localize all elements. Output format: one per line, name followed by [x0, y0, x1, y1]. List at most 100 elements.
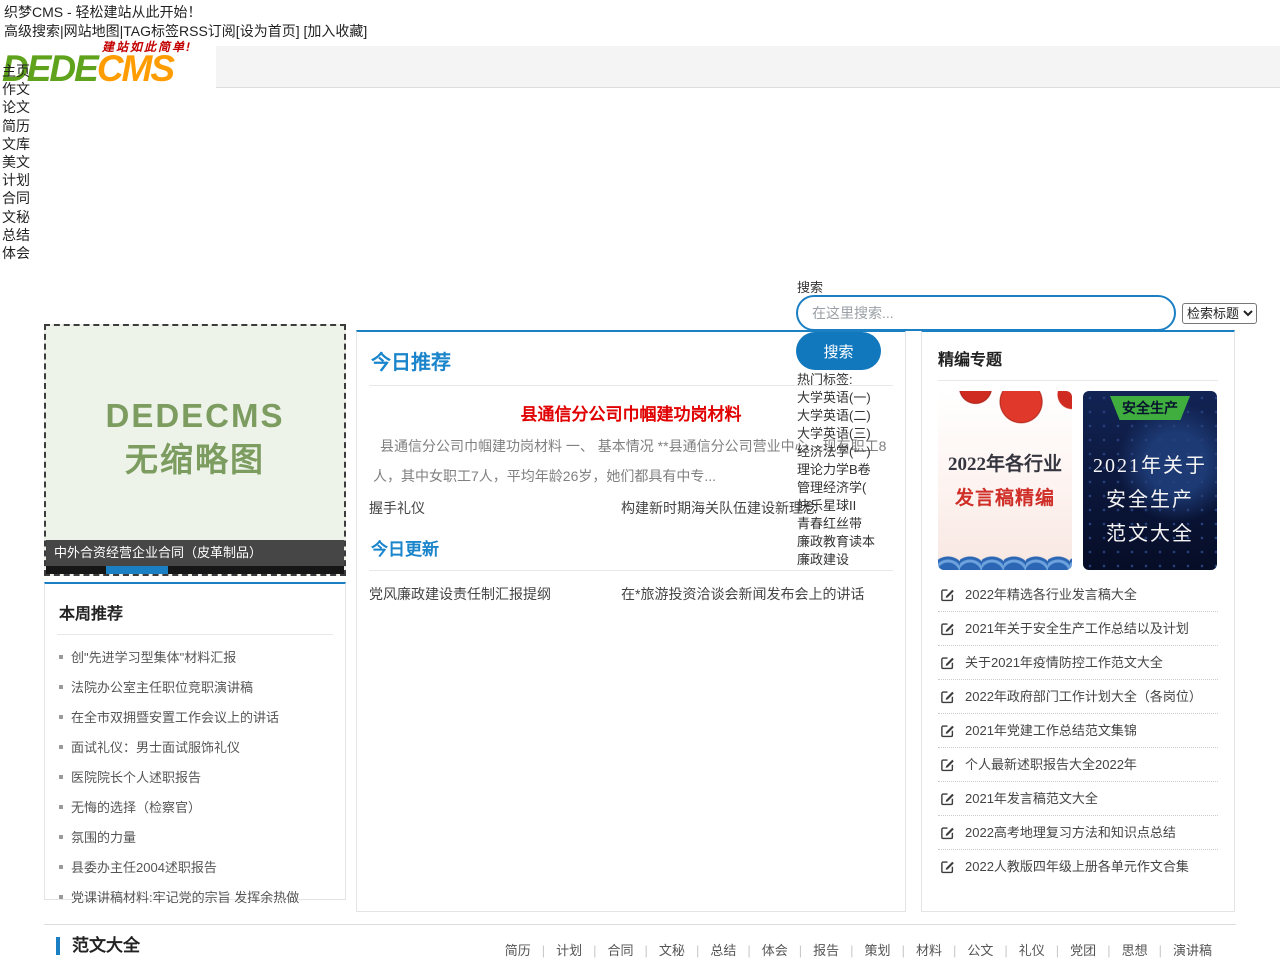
main-nav: 主页作文论文简历文库美文计划合同文秘总结体会 [2, 62, 30, 262]
topic-item[interactable]: 2022人教版四年级上册各单元作文合集 [938, 850, 1218, 883]
nav-item[interactable]: 体会 [2, 244, 30, 262]
category-link[interactable]: 合同 [608, 940, 659, 959]
bullet-icon [59, 835, 63, 839]
category-link[interactable]: 总结 [710, 940, 761, 959]
article-link[interactable]: 党风廉政建设责任制汇报提纲 [369, 579, 621, 609]
site-logo[interactable]: 建站如此简单! DEDECMS [0, 42, 216, 90]
category-link[interactable]: 简历 [505, 940, 556, 959]
topic-cards: 2022年各行业 发言稿精编 安全生产 2021年关于 安全生产 范文大全 [938, 391, 1218, 570]
today-update-links-right: 在*旅游投资洽谈会新闻发布会上的讲话老人节贺词对××厂职工培训工作的思考建设系统… [621, 579, 893, 609]
week-recommend-item[interactable]: 法院办公室主任职位竞职演讲稿 [57, 673, 333, 703]
card-badge: 安全生产 [1110, 396, 1190, 420]
slider-pagination[interactable] [46, 566, 344, 574]
hot-tag-link[interactable]: 廉政教育读本 [797, 533, 875, 551]
slider-caption[interactable]: 中外合资经营企业合同（皮革制品） [46, 540, 344, 566]
search-label: 搜索 [797, 277, 823, 296]
search-input[interactable] [796, 295, 1176, 331]
nav-item[interactable]: 文秘 [2, 208, 30, 226]
week-recommend-item[interactable]: 在全市双拥暨安置工作会议上的讲话 [57, 703, 333, 733]
page: 织梦CMS - 轻松建站从此开始！ 高级搜索|网站地图|TAG标签RSS订阅[设… [0, 0, 1280, 960]
category-link[interactable]: 礼仪 [1019, 940, 1070, 959]
topic-item[interactable]: 个人最新述职报告大全2022年 [938, 748, 1218, 782]
article-link[interactable]: 握手礼仪 [369, 493, 621, 523]
today-update-links-left: 党风廉政建设责任制汇报提纲国庆通宵晚会主持稿述职报告（校长）综合办主任述职报告教… [369, 579, 621, 609]
footer-section-title: 范文大全 [56, 937, 140, 955]
nav-item[interactable]: 文库 [2, 135, 30, 153]
topic-list: 2022年精选各行业发言稿大全 2021年关于安全生产工作总结以及计划 [938, 578, 1218, 883]
topic-item[interactable]: 2021年发言稿范文大全 [938, 782, 1218, 816]
week-recommend-list: 创"先进学习型集体"材料汇报法院办公室主任职位竞职演讲稿在全市双拥暨安置工作会议… [57, 643, 333, 913]
today-recommend-links-left: 握手礼仪工商局开展队伍教育整顿工作情况汇报娱乐狂欢活动策划瑞士商务礼仪 [369, 493, 621, 523]
category-link[interactable]: 党团 [1070, 940, 1121, 959]
category-link[interactable]: 体会 [762, 940, 813, 959]
hot-tag-link[interactable]: 经济法学(一) [797, 443, 875, 461]
edit-icon [940, 723, 955, 738]
week-recommend-item[interactable]: 创"先进学习型集体"材料汇报 [57, 643, 333, 673]
nav-item[interactable]: 主页 [2, 62, 30, 80]
week-recommend-item[interactable]: 党课讲稿材料:牢记党的宗旨 发挥余热做 [57, 883, 333, 913]
divider [369, 570, 893, 571]
category-link[interactable]: 材料 [916, 940, 967, 959]
article-link[interactable]: 在*旅游投资洽谈会新闻发布会上的讲话 [621, 579, 893, 609]
bullet-icon [59, 775, 63, 779]
category-link[interactable]: 思想 [1122, 940, 1173, 959]
category-link[interactable]: 文秘 [659, 940, 710, 959]
logo-part-cms: CMS [97, 48, 173, 89]
hot-tag-link[interactable]: 管理经济学( [797, 479, 875, 497]
week-recommend-item[interactable]: 无悔的选择（检察官） [57, 793, 333, 823]
edit-icon [940, 689, 955, 704]
week-recommend-item[interactable]: 面试礼仪：男士面试服饰礼仪 [57, 733, 333, 763]
topic-item[interactable]: 2021年党建工作总结范文集锦 [938, 714, 1218, 748]
topic-card-safety[interactable]: 安全生产 2021年关于 安全生产 范文大全 [1083, 391, 1217, 570]
bullet-icon [59, 895, 63, 899]
category-link[interactable]: 报告 [813, 940, 864, 959]
search-button[interactable]: 搜索 [796, 332, 881, 370]
edit-icon [940, 859, 955, 874]
week-recommend-item[interactable]: 氛围的力量 [57, 823, 333, 853]
category-link[interactable]: 计划 [556, 940, 607, 959]
hot-tag-link[interactable]: 快乐星球II [797, 497, 875, 515]
topics-title: 精编专题 [938, 346, 1218, 370]
placeholder-line1: DEDECMS [46, 394, 344, 438]
footer-section: 范文大全 简历计划合同文秘总结体会报告策划材料公文礼仪党团思想演讲稿 [44, 924, 1236, 960]
bullet-icon [59, 715, 63, 719]
category-link[interactable]: 演讲稿 [1173, 940, 1212, 959]
site-title: 织梦CMS - 轻松建站从此开始！ [4, 2, 202, 22]
featured-slider[interactable]: DEDECMS 无缩略图 中外合资经营企业合同（皮革制品） [44, 324, 346, 576]
divider [938, 380, 1218, 381]
bullet-icon [59, 865, 63, 869]
hot-tag-link[interactable]: 理论力学B卷 [797, 461, 875, 479]
week-recommend-item[interactable]: 县委办主任2004述职报告 [57, 853, 333, 883]
hot-tag-link[interactable]: 大学英语(二) [797, 407, 875, 425]
card-text-line3: 范文大全 [1083, 517, 1217, 546]
nav-item[interactable]: 计划 [2, 171, 30, 189]
hot-tags: 热门标签: 大学英语(一)大学英语(二)大学英语(三)经济法学(一)理论力学B卷… [797, 371, 875, 407]
category-link[interactable]: 策划 [865, 940, 916, 959]
placeholder-line2: 无缩略图 [46, 438, 344, 482]
search-scope-select[interactable]: 检索标题 [1182, 303, 1257, 324]
hot-tag-link[interactable]: 大学英语(一) [797, 389, 875, 407]
nav-item[interactable]: 总结 [2, 226, 30, 244]
category-link[interactable]: 公文 [967, 940, 1018, 959]
hot-tag-link[interactable]: 廉政建设 [797, 551, 875, 569]
nav-item[interactable]: 美文 [2, 153, 30, 171]
edit-icon [940, 791, 955, 806]
nav-item[interactable]: 合同 [2, 189, 30, 207]
edit-icon [940, 757, 955, 772]
nav-item[interactable]: 论文 [2, 98, 30, 116]
topic-item[interactable]: 2021年关于安全生产工作总结以及计划 [938, 612, 1218, 646]
nav-item[interactable]: 作文 [2, 80, 30, 98]
bullet-icon [59, 655, 63, 659]
topic-card-speeches[interactable]: 2022年各行业 发言稿精编 [938, 391, 1072, 570]
hot-tag-link[interactable]: 大学英语(三) [797, 425, 875, 443]
nav-item[interactable]: 简历 [2, 117, 30, 135]
hot-tag-link[interactable]: 青春红丝带 [797, 515, 875, 533]
card-text-line1: 2022年各行业 [938, 449, 1072, 476]
topic-item[interactable]: 关于2021年疫情防控工作范文大全 [938, 646, 1218, 680]
week-recommend-panel: 本周推荐 创"先进学习型集体"材料汇报法院办公室主任职位竞职演讲稿在全市双拥暨安… [44, 582, 346, 900]
topic-item[interactable]: 2022年精选各行业发言稿大全 [938, 578, 1218, 612]
topic-item[interactable]: 2022高考地理复习方法和知识点总结 [938, 816, 1218, 850]
footer-category-links: 简历计划合同文秘总结体会报告策划材料公文礼仪党团思想演讲稿 [505, 940, 1212, 959]
week-recommend-item[interactable]: 医院院长个人述职报告 [57, 763, 333, 793]
topic-item[interactable]: 2022年政府部门工作计划大全（各岗位） [938, 680, 1218, 714]
